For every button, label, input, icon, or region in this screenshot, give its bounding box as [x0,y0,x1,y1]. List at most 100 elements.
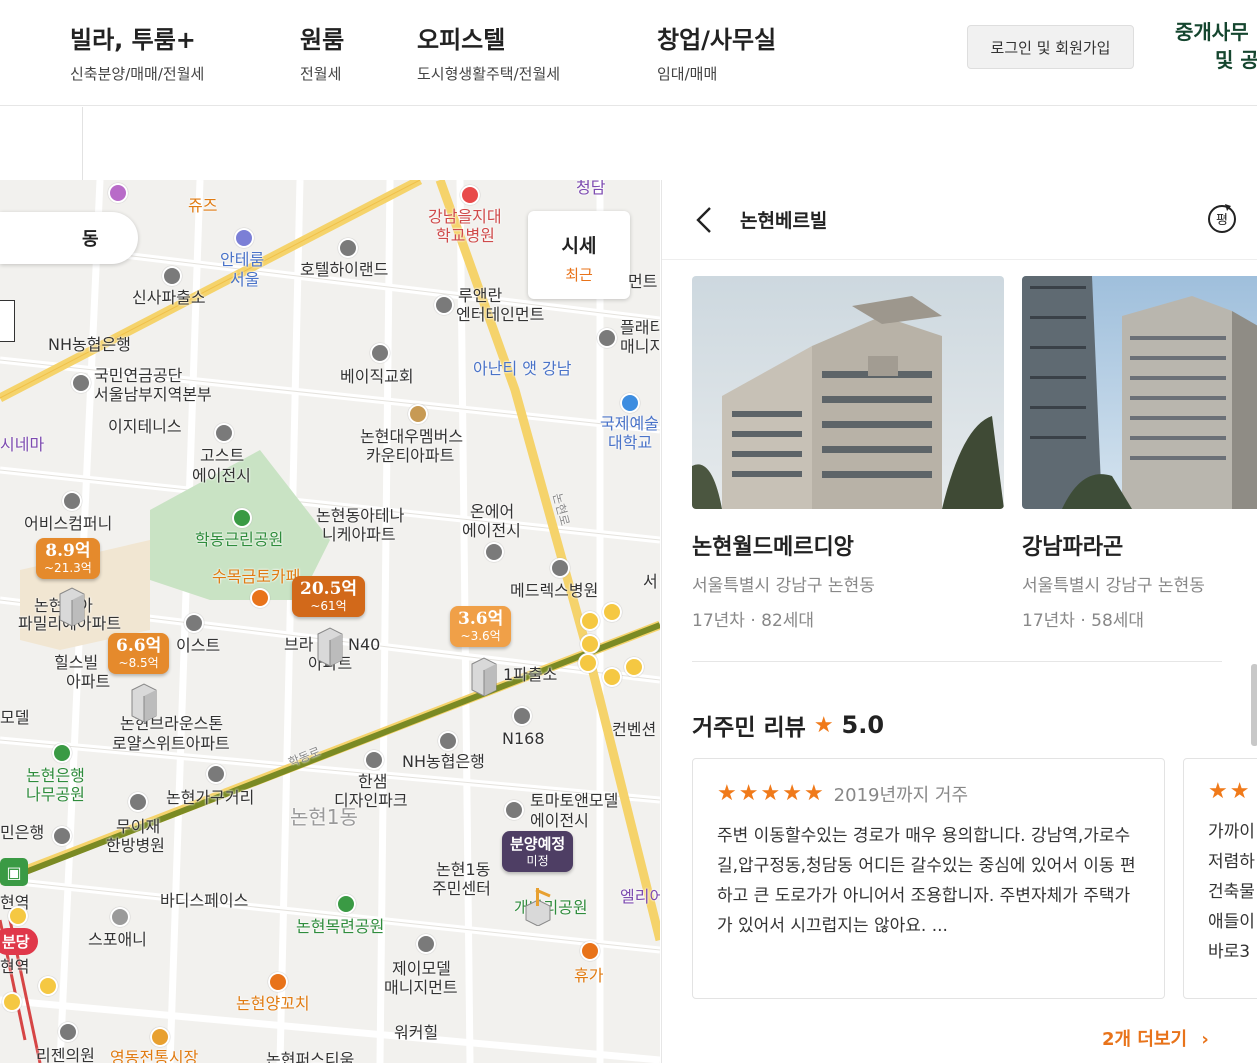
poi-label[interactable]: 강남을지대 [428,207,502,226]
poi-label[interactable]: 컨벤션 [612,720,656,739]
hotel-icon[interactable] [338,238,358,258]
poi-label[interactable]: 국제예술 [600,414,659,433]
poi-label[interactable]: 주민센터 [432,879,491,898]
music-icon[interactable] [62,491,82,511]
poi-label[interactable]: NH농협은행 [48,335,131,354]
price-trend-button[interactable]: 시세 최근 [528,211,630,299]
building-icon[interactable] [512,706,532,726]
hospital-icon[interactable] [550,558,570,578]
poi-label[interactable]: 휴가 [574,966,603,985]
church-icon[interactable] [370,343,390,363]
building-marker-icon[interactable] [314,626,346,666]
presale-tag[interactable]: 분양예정 미정 [502,831,574,872]
poi-label[interactable]: 학동근린공원 [195,530,283,549]
poi-label[interactable]: 모델 [0,708,29,727]
login-signup-button[interactable]: 로그인 및 회원가입 [967,25,1134,69]
store-icon[interactable] [364,750,384,770]
poi-label[interactable]: NH농협은행 [402,752,485,771]
poi-label[interactable]: N40 [348,635,380,654]
poi-label[interactable]: 나무공원 [26,785,85,804]
police-icon[interactable] [162,266,182,286]
poi-label[interactable]: 논현가구거리 [166,788,254,807]
poi-label[interactable]: 베이직교회 [340,367,414,386]
music-icon[interactable] [484,542,504,562]
music-icon[interactable] [597,328,617,348]
gym-icon[interactable] [110,907,130,927]
poi-label[interactable]: 서울 [230,270,259,289]
poi-label[interactable]: 워커힐 [394,1023,438,1042]
poi-label[interactable]: 무이재 [116,817,160,836]
poi-label[interactable]: 논현양꼬치 [236,994,310,1013]
subway-exit-icon[interactable] [580,611,600,631]
hospital-icon[interactable] [58,1022,78,1042]
poi-label[interactable]: 매니지먼트 [384,978,458,997]
poi-label[interactable]: 이지테니스 [108,417,182,436]
poi-label[interactable]: 호텔하이랜드 [300,260,388,279]
complex-photo[interactable] [692,276,1004,509]
park-icon[interactable] [336,894,356,914]
poi-label[interactable]: 플래티 [620,318,660,337]
broker-office-link[interactable]: 중개사무 및 공 [1175,18,1257,74]
poi-label[interactable]: 논현대우멤버스 [360,427,463,446]
building-marker-icon[interactable] [128,682,160,722]
construction-marker-icon[interactable] [522,886,554,926]
poi-label[interactable]: 논현퍼스티움 [266,1050,354,1063]
subway-line-badge[interactable]: 분당 [0,928,38,955]
pyeong-toggle-icon[interactable]: 평 [1205,202,1239,236]
cinema-icon[interactable] [108,183,128,203]
poi-label[interactable]: 논현1동 [436,860,490,879]
poi-label[interactable]: 이스트 [176,636,220,655]
poi-label[interactable]: 바디스페이스 [160,891,248,910]
price-tag[interactable]: 6.6억 ~8.5억 [108,633,170,674]
review-card[interactable]: ★ ★ 가까이 저렴하 건축물 애들이 바로3 [1183,758,1257,999]
poi-label[interactable]: 로얄스위트아파트 [112,734,230,753]
hospital-icon[interactable] [128,792,148,812]
poi-label[interactable]: 수목금토카페 [212,567,300,586]
subway-station-icon[interactable]: ▣ [0,858,28,886]
poi-label[interactable]: 루앤란 [458,286,502,305]
poi-label[interactable]: 에이전시 [530,811,589,830]
poi-label[interactable]: 리젠의원 [36,1046,95,1063]
music-icon[interactable] [504,800,524,820]
poi-label[interactable]: 제이모델 [392,959,451,978]
poi-label[interactable]: 논현목련공원 [296,917,384,936]
poi-label[interactable]: 매니지 [620,337,660,356]
poi-label[interactable]: 민은행 [0,823,44,842]
poi-label[interactable]: 에이전시 [462,521,521,540]
poi-label[interactable]: 영동전통시장 [110,1048,198,1063]
poi-label[interactable]: 니케아파트 [322,525,396,544]
map-view[interactable]: 동 시세 최근 신사파출소 NH농협은행 국민연금공단 서울남부지역본부 이지테… [0,180,660,1063]
restaurant-icon[interactable] [268,972,288,992]
park-icon[interactable] [232,508,252,528]
complex-photo[interactable] [1022,276,1257,509]
nav-startup-office[interactable]: 창업/사무실 임대/매매 [657,20,776,84]
complex-card[interactable]: 강남파라곤 서울특별시 강남구 논현동 17년차 · 58세대 [1022,276,1257,631]
poi-label[interactable]: 스포애니 [88,930,147,949]
park-icon[interactable] [52,743,72,763]
bank-icon[interactable] [438,731,458,751]
price-tag[interactable]: 3.6억 ~3.6억 [450,606,512,647]
poi-label[interactable]: 아파트 [66,672,110,691]
poi-label[interactable]: 서울남부지역본부 [94,385,212,404]
poi-label[interactable]: 서 [643,572,658,591]
poi-label[interactable]: 어비스컴퍼니 [24,514,112,533]
poi-label[interactable]: 한방병원 [106,836,165,855]
back-arrow-icon[interactable] [692,204,716,236]
poi-label[interactable]: 현역 [0,957,29,976]
building-marker-icon[interactable] [56,586,88,626]
subway-exit-icon[interactable] [624,657,644,677]
region-chip[interactable]: 동 [0,212,138,264]
nav-oneroom[interactable]: 원룸 전월세 [300,20,344,84]
price-tag[interactable]: 20.5억 ~61억 [292,576,366,617]
nav-villa[interactable]: 빌라, 투룸+ 신축분양/매매/전월세 [70,20,204,84]
poi-label[interactable]: 대학교 [608,433,652,452]
poi-label[interactable]: 국민연금공단 [94,366,182,385]
poi-label[interactable]: 안테룸 [220,250,264,269]
map-control-box[interactable] [0,300,15,342]
poi-label[interactable]: 고스트 [200,446,244,465]
building-icon[interactable] [71,373,91,393]
subway-exit-icon[interactable] [580,634,600,654]
poi-label[interactable]: 온에어 [470,502,514,521]
poi-label[interactable]: 청담 [576,180,605,197]
cafe-icon[interactable] [250,588,270,608]
